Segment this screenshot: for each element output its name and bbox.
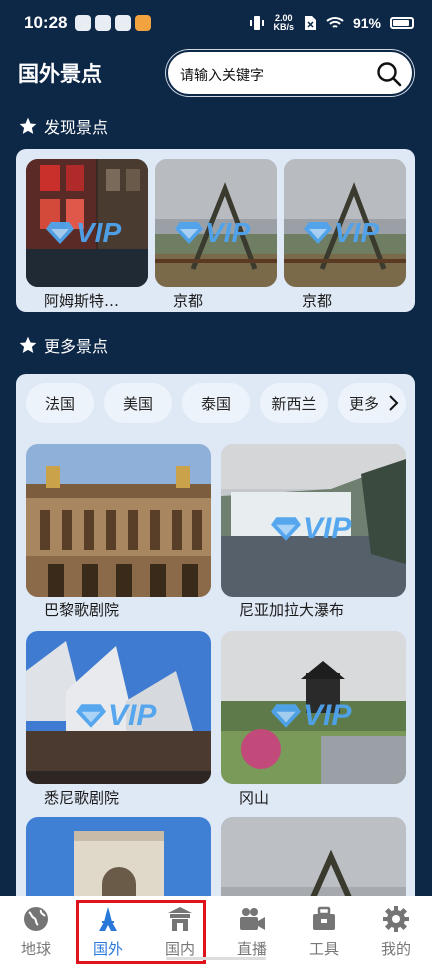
star-icon — [19, 336, 37, 353]
attraction-label: 悉尼歌剧院 — [44, 789, 120, 807]
diamond-icon — [271, 517, 301, 541]
tab-me[interactable]: 我的 — [360, 896, 432, 964]
vibrate-icon — [250, 16, 265, 30]
vip-badge: VIP — [175, 217, 250, 249]
home-indicator — [166, 957, 266, 960]
attraction-card[interactable]: VIP — [26, 631, 211, 784]
attraction-label: 尼亚加拉大瀑布 — [239, 601, 345, 619]
chip-more[interactable]: 更多 — [338, 383, 406, 423]
discover-title: 发现景点 — [44, 118, 109, 137]
app-icon — [95, 15, 112, 31]
toolbox-icon — [313, 906, 335, 930]
attraction-card[interactable] — [221, 817, 406, 896]
globe-icon — [24, 907, 48, 931]
discover-label: 京都 — [173, 292, 204, 310]
puzzle-icon — [115, 15, 132, 31]
star-icon — [19, 117, 37, 134]
search-placeholder: 请输入关键字 — [180, 68, 264, 84]
tab-tools[interactable]: 工具 — [288, 896, 360, 964]
more-panel: 法国 美国 泰国 新西兰 更多 巴黎歌剧院 VIP 尼亚加拉大瀑布 VIP 悉尼… — [16, 374, 415, 896]
tab-live[interactable]: 直播 — [216, 896, 288, 964]
more-title: 更多景点 — [44, 337, 109, 356]
network-speed: 2.00 KB/s — [273, 13, 294, 32]
attraction-card[interactable]: VIP — [221, 444, 406, 597]
attraction-card[interactable]: VIP — [221, 631, 406, 784]
diamond-icon — [175, 222, 203, 244]
header: 国外景点 请输入关键字 — [0, 50, 432, 96]
bottom-tab-bar: 地球 国外 国内 直播 工具 我的 — [0, 896, 432, 964]
discover-panel: VIP 阿姆斯特… VIP 京都 VIP 京都 — [16, 149, 415, 312]
chip-france[interactable]: 法国 — [26, 383, 94, 423]
kyoto-photo — [221, 817, 406, 896]
page-title: 国外景点 — [18, 62, 102, 86]
chip-usa[interactable]: 美国 — [104, 383, 172, 423]
no-sim-icon — [304, 16, 316, 30]
chip-thailand[interactable]: 泰国 — [182, 383, 250, 423]
tiktok-icon — [75, 15, 92, 31]
arc-de-triomphe-photo — [26, 817, 211, 896]
discover-card[interactable]: VIP — [26, 159, 148, 287]
diamond-icon — [46, 222, 74, 244]
status-time: 10:28 — [24, 13, 68, 32]
tab-label: 直播 — [236, 940, 267, 958]
attraction-card[interactable] — [26, 444, 211, 597]
battery-percent: 91% — [352, 15, 381, 31]
taobao-icon — [135, 15, 152, 31]
chip-more-label: 更多 — [349, 394, 380, 413]
chip-new-zealand[interactable]: 新西兰 — [260, 383, 328, 423]
vip-badge: VIP — [271, 512, 351, 546]
search-input[interactable]: 请输入关键字 — [166, 50, 414, 96]
status-bar: 10:28 2.00 KB/s 91% — [0, 0, 432, 46]
camera-icon — [240, 908, 265, 930]
discover-label: 阿姆斯特… — [44, 292, 120, 310]
highlight-box — [76, 900, 206, 964]
notification-icons — [75, 15, 152, 31]
tab-label: 地球 — [20, 940, 51, 958]
diamond-icon — [304, 222, 332, 244]
vip-badge: VIP — [304, 217, 379, 249]
attraction-label: 冈山 — [239, 789, 270, 807]
vip-badge: VIP — [76, 699, 156, 733]
tab-label: 我的 — [380, 940, 411, 958]
wifi-icon — [326, 17, 344, 28]
discover-heading: 发现景点 — [18, 114, 108, 138]
more-heading: 更多景点 — [18, 333, 108, 357]
tab-earth[interactable]: 地球 — [0, 896, 72, 964]
discover-card[interactable]: VIP — [284, 159, 406, 287]
vip-badge: VIP — [46, 217, 121, 249]
battery-icon — [390, 17, 414, 29]
attraction-card[interactable] — [26, 817, 211, 896]
diamond-icon — [271, 704, 301, 728]
tab-label: 工具 — [308, 940, 339, 958]
gear-icon — [383, 906, 409, 932]
discover-label: 京都 — [302, 292, 333, 310]
paris-opera-photo — [26, 444, 211, 597]
search-icon[interactable] — [376, 61, 402, 87]
vip-badge: VIP — [271, 699, 351, 733]
chevron-right-icon[interactable] — [388, 394, 400, 412]
diamond-icon — [76, 704, 106, 728]
discover-card[interactable]: VIP — [155, 159, 277, 287]
attraction-label: 巴黎歌剧院 — [44, 601, 120, 619]
